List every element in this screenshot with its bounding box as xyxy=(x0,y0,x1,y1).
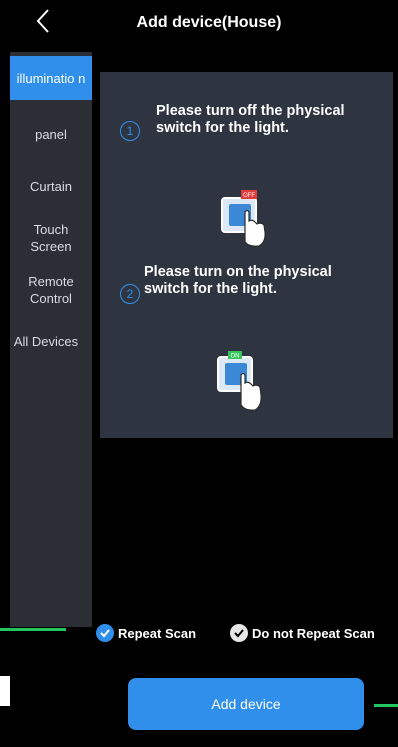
step-number-badge: 2 xyxy=(120,284,140,304)
page-title: Add device(House) xyxy=(136,14,282,31)
step-2-text: Please turn on the physical switch for t… xyxy=(144,264,332,297)
repeat-scan-option[interactable]: Repeat Scan xyxy=(96,624,196,642)
category-sidebar: illuminatio n panel Curtain Touch Screen… xyxy=(10,52,92,627)
switch-on-illustration: ON xyxy=(215,349,265,420)
guide-line-right xyxy=(374,704,398,707)
sidebar-item-illumination[interactable]: illuminatio n xyxy=(10,56,92,100)
sidebar-item-label: Curtain xyxy=(30,178,72,194)
switch-label: OFF xyxy=(243,193,255,199)
instruction-panel: 1 Please turn off the physical switch fo… xyxy=(100,72,393,438)
switch-off-illustration: OFF xyxy=(219,184,269,253)
sidebar-item-label: Touch Screen xyxy=(30,222,72,254)
switch-label: ON xyxy=(231,354,240,360)
repeat-scan-label: Repeat Scan xyxy=(118,625,197,641)
sidebar-item-panel[interactable]: panel xyxy=(10,124,92,144)
sidebar-item-all-devices[interactable]: All Devices xyxy=(0,330,92,352)
add-device-button[interactable]: Add device xyxy=(128,678,364,730)
sidebar-item-touch-screen[interactable]: Touch Screen xyxy=(10,218,92,258)
sidebar-item-label: panel xyxy=(35,126,67,142)
sidebar-item-remote-control[interactable]: Remote Control xyxy=(10,270,92,310)
step-number-badge: 1 xyxy=(120,121,140,141)
header: Add device(House) xyxy=(0,0,398,52)
edge-decoration xyxy=(0,676,10,706)
sidebar-item-label: illuminatio n xyxy=(16,70,86,86)
check-circle-icon xyxy=(96,624,114,642)
sidebar-item-label: All Devices xyxy=(13,333,79,349)
step-1-text: Please turn off the physical switch for … xyxy=(156,103,345,136)
check-circle-icon xyxy=(230,624,248,642)
no-repeat-scan-label: Do not Repeat Scan xyxy=(252,625,375,641)
no-repeat-scan-option[interactable]: Do not Repeat Scan xyxy=(230,624,375,642)
guide-line-left xyxy=(0,628,66,631)
sidebar-item-curtain[interactable]: Curtain xyxy=(10,176,92,196)
app-screen: Add device(House) illuminatio n panel Cu… xyxy=(0,0,398,747)
sidebar-item-label: Remote Control xyxy=(28,274,74,306)
add-device-label: Add device xyxy=(211,696,281,712)
